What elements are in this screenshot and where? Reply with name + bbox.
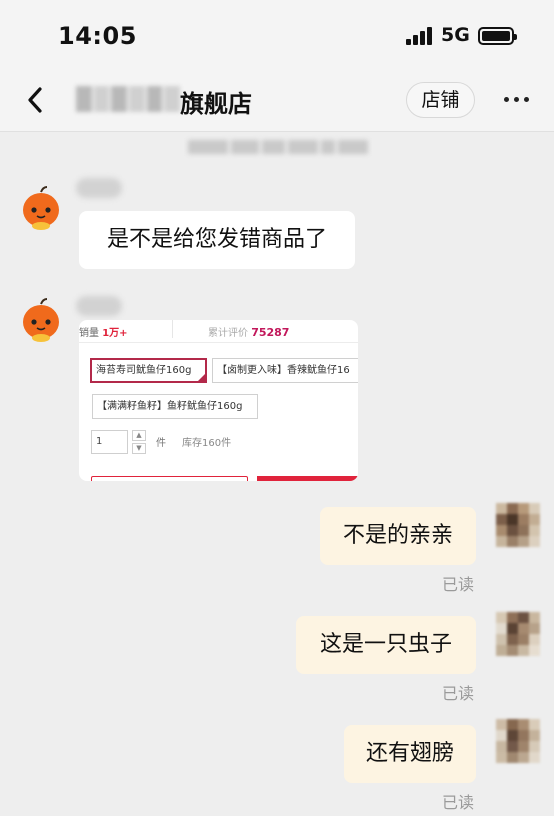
signal-icon <box>406 27 432 45</box>
mascot-avatar-icon[interactable] <box>20 186 62 232</box>
increment-button[interactable]: ▲ <box>132 430 146 441</box>
redacted-nickname <box>76 178 122 198</box>
back-chevron-icon <box>28 87 42 113</box>
stock-label: 库存160件 <box>182 438 232 449</box>
read-receipt: 已读 <box>442 684 475 703</box>
user-avatar[interactable] <box>496 503 540 547</box>
status-bar: 14:05 5G <box>0 0 554 70</box>
more-icon[interactable] <box>504 97 530 103</box>
user-avatar[interactable] <box>496 719 540 763</box>
variant-option-selected[interactable]: 海苔寿司鱿鱼仔160g <box>90 358 207 383</box>
review-count: 累计评价 75287 <box>208 326 290 339</box>
message-bubble: 这是一只虫子 <box>296 616 476 674</box>
network-type: 5G <box>441 24 470 46</box>
status-time: 14:05 <box>58 22 137 50</box>
message-bubble: 还有翅膀 <box>344 725 476 783</box>
user-avatar[interactable] <box>496 612 540 656</box>
message-bubble: 不是的亲亲 <box>320 507 476 565</box>
read-receipt: 已读 <box>442 575 475 594</box>
quantity-stepper[interactable]: ▲ ▼ <box>132 430 146 454</box>
message-bubble: 是不是给您发错商品了 <box>79 211 355 269</box>
buy-now-button[interactable] <box>257 476 358 481</box>
add-to-cart-button[interactable] <box>91 476 248 481</box>
redacted-timestamp <box>188 140 368 158</box>
store-title: 旗舰店 <box>180 90 252 118</box>
decrement-button[interactable]: ▼ <box>132 443 146 454</box>
mascot-avatar-icon[interactable] <box>20 298 62 344</box>
variant-option[interactable]: 【满满籽鱼籽】鱼籽鱿鱼仔160g <box>92 394 258 419</box>
shop-button[interactable]: 店铺 <box>406 82 475 118</box>
variant-option[interactable]: 【卤制更入味】香辣鱿鱼仔16 <box>212 358 358 383</box>
redacted-nickname <box>76 296 122 316</box>
sales-count: 销量 1万+ <box>79 328 128 339</box>
back-button[interactable] <box>22 82 52 118</box>
redacted-store-name <box>76 86 181 112</box>
quantity-unit: 件 <box>156 438 166 449</box>
read-receipt: 已读 <box>442 793 475 812</box>
battery-icon <box>478 27 517 45</box>
chat-header: 旗舰店 店铺 <box>0 70 554 132</box>
quantity-input[interactable]: 1 <box>91 430 128 454</box>
product-card[interactable]: 销量 1万+ 累计评价 75287 海苔寿司鱿鱼仔160g 【卤制更入味】香辣鱿… <box>79 320 358 481</box>
